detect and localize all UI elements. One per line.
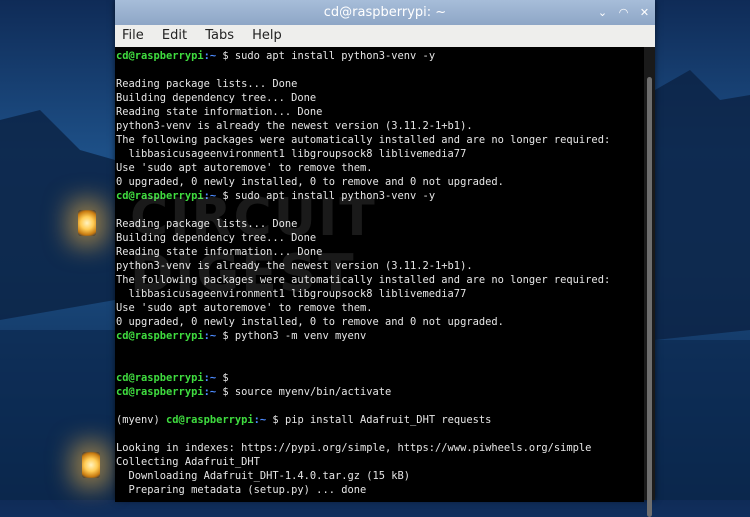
prompt-user: cd@raspberrypi [116,50,204,62]
command-text: sudo apt install python3-venv -y [234,190,436,202]
output-line: python3-venv is already the newest versi… [116,260,473,272]
lantern-light [78,210,96,236]
scrollbar-thumb[interactable] [647,77,652,517]
vertical-scrollbar[interactable] [644,47,655,517]
prompt-symbol: $ [216,50,235,62]
terminal-output[interactable]: cd@raspberrypi:~ $ sudo apt install pyth… [115,47,644,502]
close-icon[interactable]: ✕ [637,5,652,20]
prompt-symbol: $ [216,386,235,398]
minimize-icon[interactable]: ⌄ [595,5,610,20]
output-line: Building dependency tree... Done [116,232,317,244]
prompt-path: :~ [203,386,217,398]
output-line: libbasicusageenvironment1 libgroupsock8 … [116,148,467,160]
window-title: cd@raspberrypi: ~ [323,5,447,20]
output-line: Use 'sudo apt autoremove' to remove them… [116,302,373,314]
menu-edit[interactable]: Edit [155,25,194,47]
command-text: python3 -m venv myenv [234,330,367,342]
prompt-path: :~ [203,330,217,342]
prompt-line: (myenv) cd@raspberrypi:~ $ pip install A… [115,413,644,427]
output-line: 0 upgraded, 0 newly installed, 0 to remo… [116,176,504,188]
output-line: Reading state information... Done [116,246,323,258]
lantern-light [82,452,100,478]
output-line: 0 upgraded, 0 newly installed, 0 to remo… [116,316,504,328]
command-text: sudo apt install python3-venv -y [234,50,436,62]
prompt-line: cd@raspberrypi:~ $ sudo apt install pyth… [115,49,644,63]
venv-indicator: (myenv) [116,414,167,426]
prompt-user: cd@raspberrypi [116,330,204,342]
output-line: The following packages were automaticall… [116,134,611,146]
prompt-line: cd@raspberrypi:~ $ source myenv/bin/acti… [115,385,644,399]
menu-help[interactable]: Help [245,25,289,47]
prompt-user: cd@raspberrypi [116,386,204,398]
prompt-user: cd@raspberrypi [166,414,254,426]
output-line: Building dependency tree... Done [116,92,317,104]
output-line: Use 'sudo apt autoremove' to remove them… [116,162,373,174]
output-line: python3-venv is already the newest versi… [116,120,473,132]
output-line: Collecting Adafruit_DHT [116,456,260,468]
output-line: Reading package lists... Done [116,218,298,230]
prompt-path: :~ [203,50,217,62]
prompt-symbol: $ [266,414,285,426]
menu-tabs[interactable]: Tabs [198,25,241,47]
prompt-symbol: $ [216,330,235,342]
output-line: Preparing metadata (setup.py) ... done [116,484,367,496]
output-line: The following packages were automaticall… [116,274,611,286]
prompt-path: :~ [203,372,217,384]
prompt-path: :~ [203,190,217,202]
prompt-line: cd@raspberrypi:~ $ python3 -m venv myenv [115,329,644,343]
prompt-line: cd@raspberrypi:~ $ sudo apt install pyth… [115,189,644,203]
command-text: source myenv/bin/activate [234,386,392,398]
prompt-user: cd@raspberrypi [116,190,204,202]
prompt-symbol: $ [216,190,235,202]
prompt-symbol: $ [216,372,235,384]
command-text: pip install Adafruit_DHT requests [284,414,492,426]
terminal-window[interactable]: cd@raspberrypi: ~ ⌄ ◠ ✕ File Edit Tabs H… [115,0,655,517]
prompt-user: cd@raspberrypi [116,372,204,384]
output-line: Reading state information... Done [116,106,323,118]
prompt-path: :~ [253,414,267,426]
output-line: libbasicusageenvironment1 libgroupsock8 … [116,288,467,300]
maximize-icon[interactable]: ◠ [616,5,631,20]
output-line: Reading package lists... Done [116,78,298,90]
prompt-line: cd@raspberrypi:~ $ [115,371,644,385]
menu-bar: File Edit Tabs Help [115,25,655,48]
output-line: Downloading Adafruit_DHT-1.4.0.tar.gz (1… [116,470,411,482]
window-titlebar[interactable]: cd@raspberrypi: ~ ⌄ ◠ ✕ [115,0,655,25]
output-line: Looking in indexes: https://pypi.org/sim… [116,442,592,454]
menu-file[interactable]: File [115,25,151,47]
